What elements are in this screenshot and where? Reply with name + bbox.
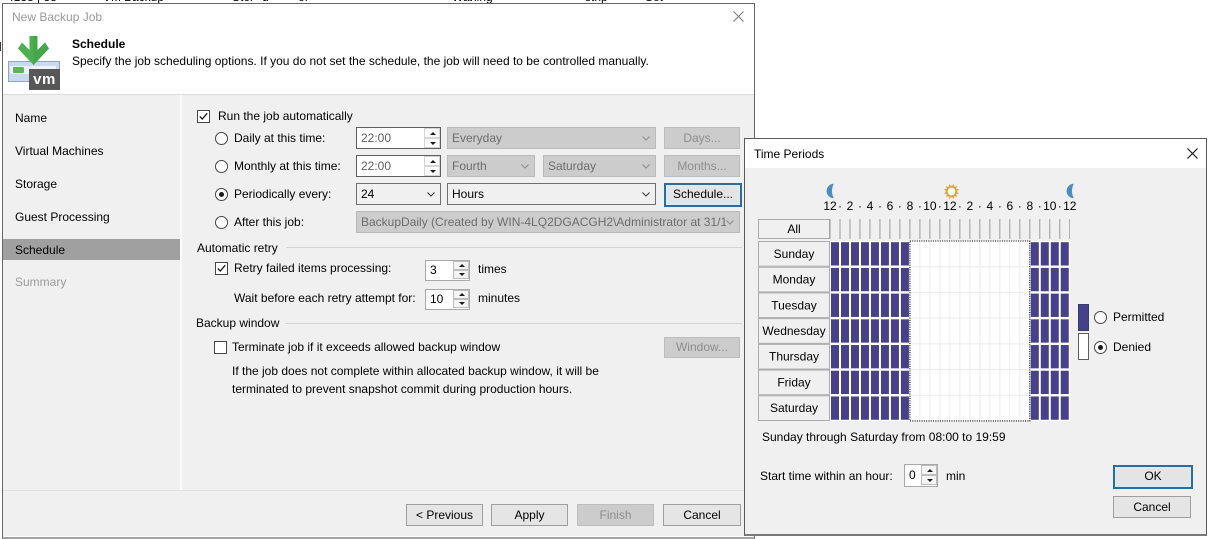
svg-text:All: All [787, 222, 800, 236]
svg-text:Saturday: Saturday [770, 401, 818, 415]
svg-text:Monday: Monday [773, 273, 816, 287]
svg-text:Friday: Friday [777, 375, 810, 389]
svg-text:Tuesday: Tuesday [771, 298, 817, 312]
svg-text:Thursday: Thursday [769, 350, 819, 364]
svg-text:Wednesday: Wednesday [762, 324, 825, 338]
svg-text:Sunday: Sunday [774, 247, 815, 261]
